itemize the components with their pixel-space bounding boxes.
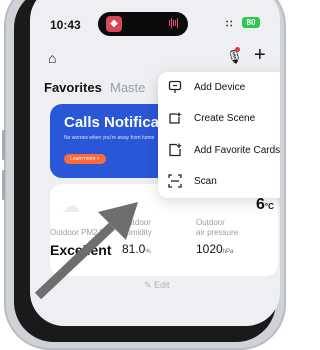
- volume-button: [2, 170, 5, 200]
- tab-master[interactable]: Maste: [110, 80, 145, 95]
- add-card-icon: [168, 143, 182, 157]
- create-scene-icon: [168, 111, 182, 125]
- add-menu: Add Device Create Scene Add Favorite Car…: [158, 72, 280, 198]
- menu-item-scan[interactable]: Scan: [158, 167, 280, 197]
- pressure-label: Outdoor air pressure: [196, 218, 239, 237]
- notification-dot: [235, 47, 240, 52]
- scan-icon: [168, 174, 182, 188]
- status-time: 10:43: [50, 18, 81, 32]
- banner-subtitle: No worries when you're away from home: [64, 135, 155, 141]
- app-icon: ◆: [106, 16, 122, 32]
- tab-favorites[interactable]: Favorites: [44, 80, 102, 95]
- microphone-icon[interactable]: 🎙: [226, 49, 243, 65]
- add-device-icon: [168, 80, 182, 94]
- pressure-value: 1020hPa: [196, 242, 234, 256]
- menu-label: Create Scene: [194, 113, 256, 124]
- plus-icon[interactable]: +: [254, 44, 266, 67]
- banner-title: Calls Notificat: [64, 114, 165, 131]
- battery-indicator: 80: [242, 17, 260, 28]
- signal-icon: ∷: [226, 19, 233, 30]
- menu-label: Add Device: [194, 82, 246, 93]
- pointer-arrow-icon: [34, 202, 138, 300]
- menu-label: Scan: [194, 176, 217, 187]
- volume-button: [2, 130, 5, 160]
- audio-wave-icon: ı|ıı|: [168, 17, 179, 29]
- menu-item-create-scene[interactable]: Create Scene: [158, 104, 280, 134]
- temperature-value: 6°C: [256, 196, 274, 213]
- menu-item-add-device[interactable]: Add Device: [158, 73, 280, 103]
- home-icon[interactable]: ⌂: [48, 50, 56, 66]
- menu-item-add-favorite-cards[interactable]: Add Favorite Cards: [158, 136, 280, 166]
- learn-more-button[interactable]: Learn more >: [64, 154, 106, 164]
- menu-label: Add Favorite Cards: [194, 145, 280, 156]
- dynamic-island: ◆ ı|ıı|: [98, 12, 188, 36]
